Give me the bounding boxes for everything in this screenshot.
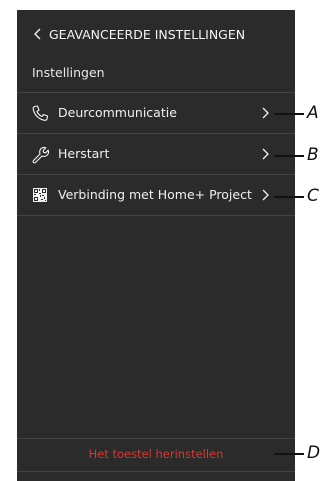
callout-label-a: A [307, 103, 319, 123]
callout-label-b: B [307, 145, 319, 165]
chevron-right-icon [262, 107, 269, 119]
callout-line-a [274, 113, 304, 115]
menu-item-deurcommunicatie[interactable]: Deurcommunicatie [17, 93, 295, 133]
device-screen: GEAVANCEERDE INSTELLINGEN Instellingen D… [17, 10, 295, 481]
header: GEAVANCEERDE INSTELLINGEN [17, 10, 295, 60]
callout-line-c [274, 196, 304, 198]
callout-label-d: D [307, 443, 321, 463]
chevron-right-icon [262, 189, 269, 201]
menu-item-label: Deurcommunicatie [58, 105, 177, 120]
wrench-icon [32, 146, 50, 164]
menu-item-label: Herstart [58, 146, 110, 161]
menu-item-verbinding-home-project[interactable]: Verbinding met Home+ Project [17, 175, 295, 215]
back-button[interactable]: GEAVANCEERDE INSTELLINGEN [31, 26, 245, 42]
reset-device-label: Het toestel herinstellen [88, 447, 224, 461]
menu-item-herstart[interactable]: Herstart [17, 134, 295, 174]
divider [17, 215, 295, 216]
callout-label-c: C [307, 186, 319, 206]
phone-icon [32, 105, 49, 121]
page-title: GEAVANCEERDE INSTELLINGEN [49, 26, 246, 42]
section-label: Instellingen [32, 65, 105, 80]
qr-code-icon [33, 188, 47, 202]
menu-item-label: Verbinding met Home+ Project [58, 187, 252, 202]
chevron-right-icon [262, 148, 269, 160]
callout-line-d [274, 453, 304, 455]
divider [17, 471, 295, 472]
chevron-left-icon [34, 28, 41, 40]
callout-line-b [274, 155, 304, 157]
reset-device-button[interactable]: Het toestel herinstellen [17, 439, 295, 471]
